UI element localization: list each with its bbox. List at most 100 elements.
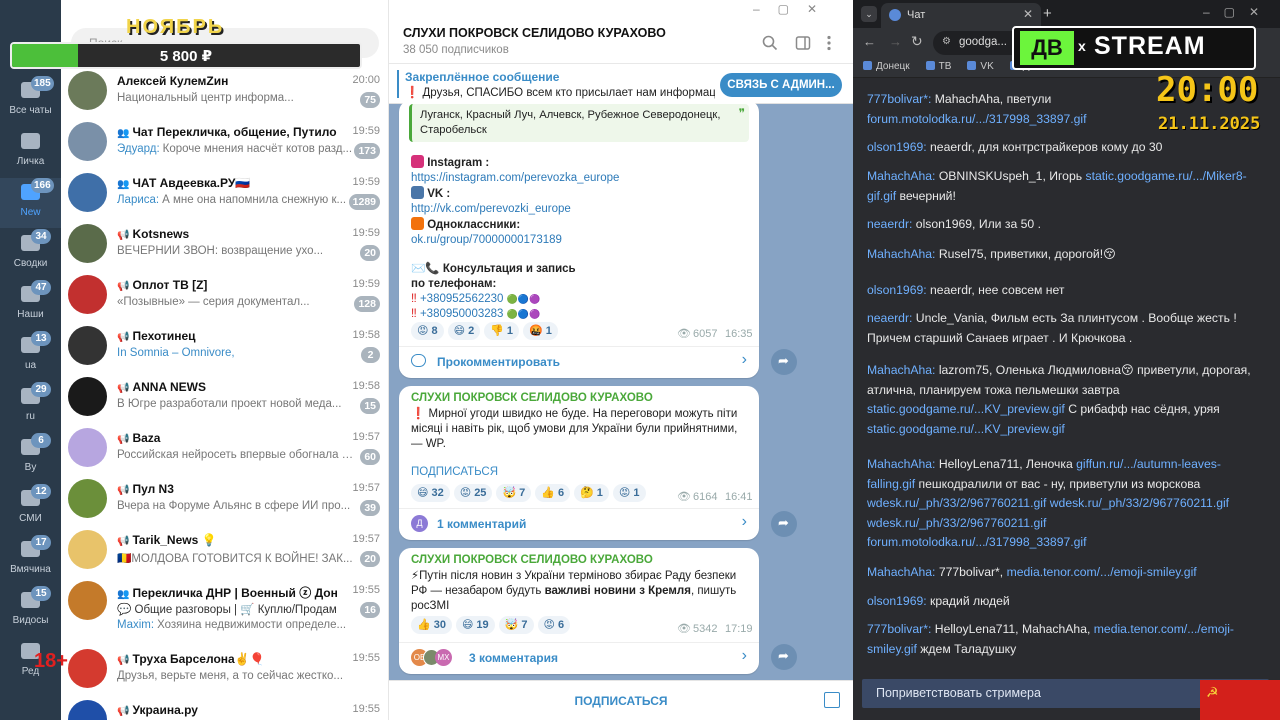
bookmark-item[interactable]: VK <box>967 61 994 72</box>
share-icon: ➦ <box>778 515 789 530</box>
chat-list-item[interactable]: 📢 Труха Барселона✌️🎈 19:55 Друзья, верьте м… <box>61 644 388 695</box>
chat-list-item[interactable]: 📢 Оплот ТВ [Z] 19:59 «Позывные» — серия док… <box>61 270 388 321</box>
reaction-chip[interactable]: 😡 8 <box>411 322 444 340</box>
message-username[interactable]: 777bolivar*: <box>867 92 931 106</box>
message-link[interactable]: static.goodgame.ru/...KV_preview.gif <box>867 422 1065 436</box>
reload-icon[interactable]: ↻ <box>911 33 923 50</box>
message-link[interactable]: static.goodgame.ru/...KV_preview.gif <box>867 402 1065 416</box>
unread-badge: 60 <box>360 449 380 465</box>
reaction-chip[interactable]: 👎 1 <box>484 322 520 340</box>
folder-4[interactable]: Сводки 34 <box>0 229 61 279</box>
folder-8[interactable]: By 6 <box>0 433 61 483</box>
chat-list-item[interactable]: Алексей КулемZин 20:00 Национальный центр … <box>61 66 388 117</box>
chat-list-item[interactable]: 📢 Украина.ру 19:55 <box>61 695 388 720</box>
folder-6[interactable]: ua 13 <box>0 331 61 381</box>
chat-list-item[interactable]: 📢 Tarik_News 💡 19:57 🇷🇴МОЛДОВА ГОТОВИТСЯ К … <box>61 525 388 576</box>
post-text: ⚡Путін після новин з України терміново з… <box>411 569 751 614</box>
chat-name: 📢 Tarik_News 💡 <box>117 533 337 547</box>
reaction-count: 32 <box>431 487 444 499</box>
bookmark-item[interactable]: Донецк <box>863 61 910 72</box>
folder-11[interactable]: Видосы 15 <box>0 586 61 636</box>
reaction-chip[interactable]: 😡 25 <box>453 484 493 502</box>
reaction-chip[interactable]: 🤯 7 <box>496 484 532 502</box>
message-username[interactable]: olson1969: <box>867 140 927 154</box>
reaction-chip[interactable]: 😡 1 <box>612 484 646 502</box>
site-info-icon[interactable]: ⚙ <box>942 36 951 47</box>
reaction-chip[interactable]: 🤬 1 <box>523 322 558 340</box>
pinned-message[interactable]: Закреплённое сообщение ❗ Друзья, СПАСИБО… <box>389 64 853 104</box>
folder-5[interactable]: Наши 47 <box>0 280 61 330</box>
search-icon[interactable] <box>762 35 778 51</box>
sidebar-toggle-icon[interactable] <box>795 35 811 51</box>
message-username[interactable]: MahachAha: <box>867 169 935 183</box>
reaction-chip[interactable]: 🤯 7 <box>498 616 534 634</box>
subscribe-button[interactable]: ПОДПИСАТЬСЯ <box>389 694 853 708</box>
message-link[interactable]: forum.motolodka.ru/.../317998_33897.gif <box>867 112 1087 126</box>
new-tab-icon[interactable]: + <box>1043 5 1052 22</box>
channel-title[interactable]: СЛУХИ ПОКРОВСК СЕЛИДОВО КУРАХОВО <box>403 26 666 40</box>
reaction-chip[interactable]: 😄 32 <box>411 484 450 502</box>
chat-list-item[interactable]: 👥Чат Перекличка, общение, Путиловка ... 1… <box>61 117 388 168</box>
reaction-chip[interactable]: 😄 2 <box>447 322 481 340</box>
reaction-chip[interactable]: 👍 6 <box>535 484 571 502</box>
reaction-chip[interactable]: 😡 6 <box>537 616 571 634</box>
share-button[interactable]: ➦ <box>771 349 797 375</box>
contact-admin-button[interactable]: СВЯЗЬ С АДМИН... <box>720 73 842 97</box>
message-link[interactable]: media.tenor.com/.../emoji-smiley.gif <box>1007 565 1197 579</box>
share-button[interactable]: ➦ <box>771 511 797 537</box>
message-username[interactable]: MahachAha: <box>867 457 935 471</box>
message-username[interactable]: olson1969: <box>867 283 927 297</box>
subscribe-link[interactable]: ПОДПИСАТЬСЯ <box>411 466 498 478</box>
post-author[interactable]: СЛУХИ ПОКРОВСК СЕЛИДОВО КУРАХОВО <box>411 554 653 566</box>
message-text: ждем Таладушку <box>916 641 1017 656</box>
message-link[interactable]: forum.motolodka.ru/.../317998_33897.gif <box>867 535 1087 549</box>
reaction-chip[interactable]: 🤔 1 <box>574 484 609 502</box>
chat-list-item[interactable]: 📢 ANNA NEWS 19:58 В Югре разработали проект… <box>61 372 388 423</box>
gift-icon[interactable] <box>824 692 840 708</box>
chat-list-item[interactable]: 👥 ЧАТ Авдеевка.РУ🇷🇺 19:59 Лариса: А мне она … <box>61 168 388 219</box>
message-link[interactable]: wdesk.ru/_ph/33/2/967760211.gif <box>1050 496 1229 510</box>
chat-list-item[interactable]: 📢 Kotsnews 19:59 ВЕЧЕРНИЙ ЗВОН: возвращение… <box>61 219 388 270</box>
folder-7[interactable]: ru 29 <box>0 382 61 432</box>
folder-9[interactable]: СМИ 12 <box>0 484 61 534</box>
tab-list-icon[interactable]: ⌄ <box>861 6 877 22</box>
message-username[interactable]: neaerdr: <box>867 311 912 325</box>
message-username[interactable]: 777bolivar*: <box>867 622 931 636</box>
chat-list-item[interactable]: 👥 Перекличка ДНР | Военный ⓩ Донецк 19:55 M… <box>61 576 388 644</box>
chat-list-item[interactable]: 📢 Пехотинец 19:58 In Somnia – Omnivore, 2 <box>61 321 388 372</box>
comment-button[interactable]: Прокомментировать › <box>399 347 759 378</box>
phone-link-2[interactable]: +380950003283 <box>420 308 503 320</box>
comments-button[interactable]: ОВ МХ 3 комментария › <box>399 643 759 674</box>
comments-button[interactable]: Д 1 комментарий › <box>399 509 759 540</box>
more-menu-icon[interactable] <box>826 35 832 51</box>
post-author[interactable]: СЛУХИ ПОКРОВСК СЕЛИДОВО КУРАХОВО <box>411 392 653 404</box>
phone-link-1[interactable]: +380952562230 <box>420 293 503 305</box>
chat-preview: «Позывные» — серия документал... <box>117 296 355 308</box>
folder-10[interactable]: Вмячина 17 <box>0 535 61 585</box>
reaction-chip[interactable]: 😄 19 <box>455 616 495 634</box>
message-username[interactable]: neaerdr: <box>867 217 912 231</box>
folder-label: Сводки <box>13 258 48 269</box>
forward-icon[interactable]: → <box>889 34 902 49</box>
chat-list-item[interactable]: 📢 Baza 19:57 Российская нейросеть впервые о… <box>61 423 388 474</box>
folder-3[interactable]: New 166 <box>0 178 61 228</box>
reaction-chip[interactable]: 👍 30 <box>411 616 452 634</box>
message-link[interactable]: wdesk.ru/_ph/33/2/967760211.gif <box>867 496 1046 510</box>
message-link[interactable]: wdesk.ru/_ph/33/2/967760211.gif <box>867 516 1046 530</box>
message-username[interactable]: MahachAha: <box>867 363 935 377</box>
browser-tab[interactable]: Чат ✕ <box>881 3 1041 28</box>
close-tab-icon[interactable]: ✕ <box>1023 7 1033 21</box>
bookmark-item[interactable]: ТВ <box>925 61 951 72</box>
folder-1[interactable]: Все чаты 185 <box>0 76 61 126</box>
vk-link[interactable]: http://vk.com/perevozki_europe <box>411 202 619 217</box>
message-username[interactable]: MahachAha: <box>867 565 935 579</box>
chat-preview: Национальный центр информа... <box>117 92 355 104</box>
ok-link[interactable]: ok.ru/group/70000000173189 <box>411 233 619 248</box>
back-icon[interactable]: ← <box>863 34 876 49</box>
share-button[interactable]: ➦ <box>771 644 797 670</box>
message-username[interactable]: MahachAha: <box>867 247 935 261</box>
message-username[interactable]: olson1969: <box>867 594 927 608</box>
folder-2[interactable]: Личка <box>0 127 61 177</box>
chat-list-item[interactable]: 📢 Пул N3 19:57 Вчера на Форуме Альянс в сфе… <box>61 474 388 525</box>
instagram-link[interactable]: https://instagram.com/perevozka_europe <box>411 171 619 186</box>
